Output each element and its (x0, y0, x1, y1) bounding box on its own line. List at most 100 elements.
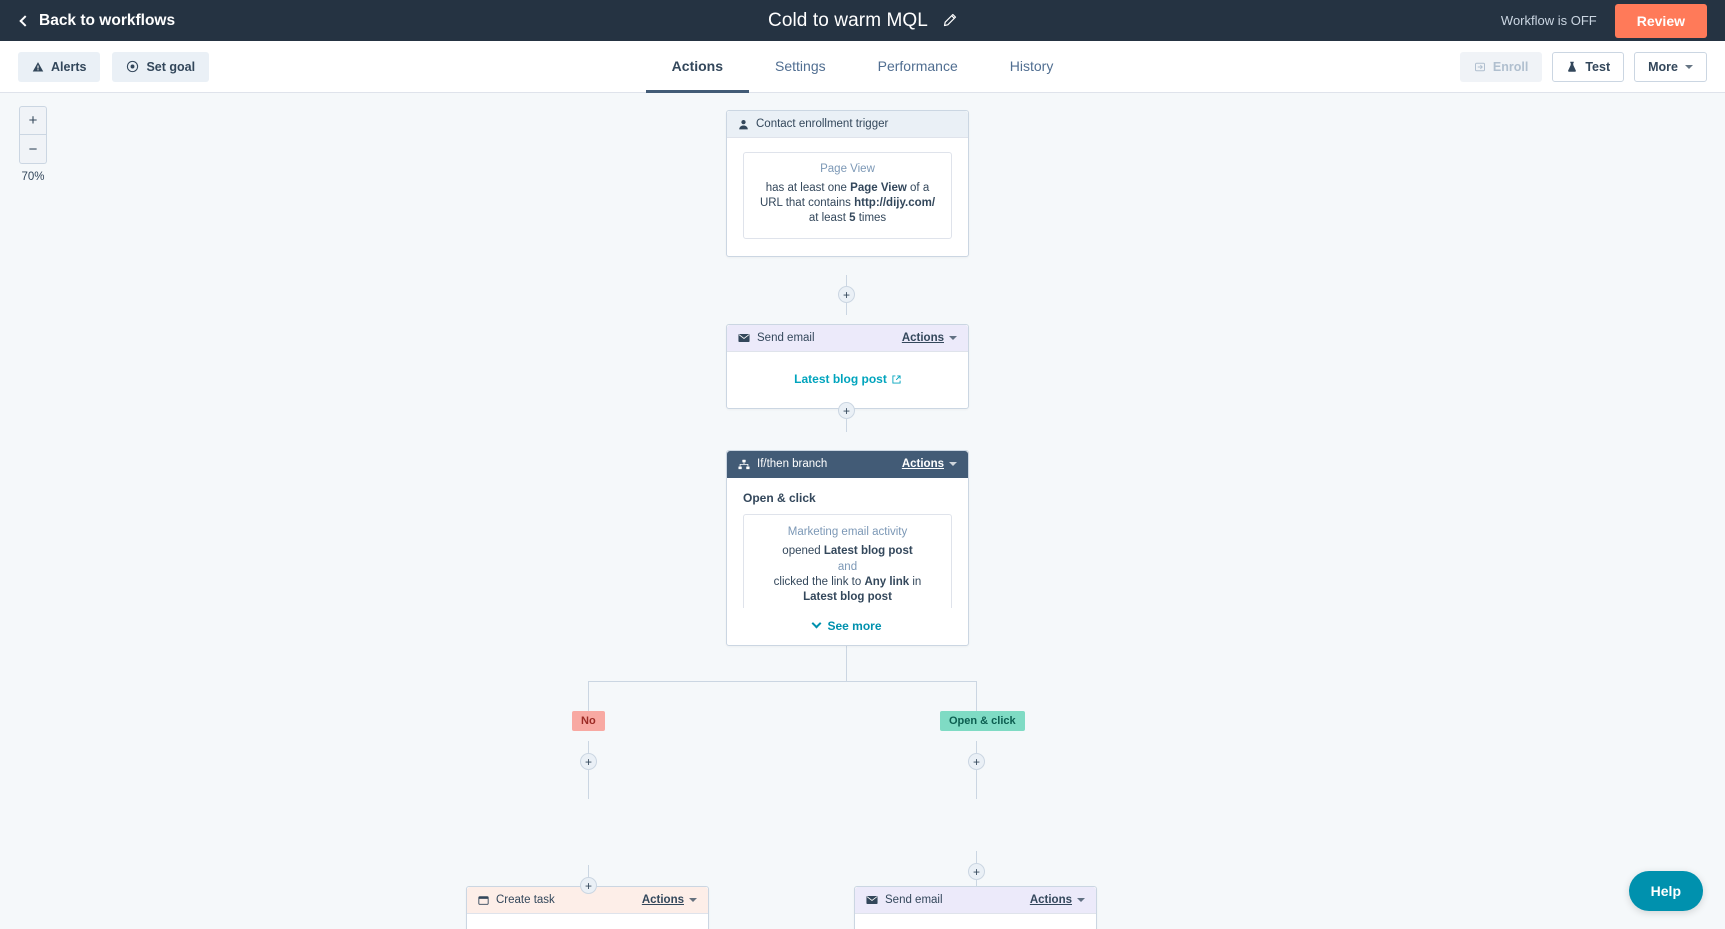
trigger-text-event: Page View (850, 182, 907, 194)
warning-triangle-icon (32, 61, 44, 73)
latest-blog-post-label: Latest blog post (794, 372, 887, 386)
connector-branch-down (846, 643, 847, 681)
external-link-icon (892, 374, 901, 384)
add-step-button-1[interactable]: + (838, 286, 855, 303)
zoom-out-button[interactable]: − (19, 135, 47, 164)
branch-badge-no[interactable]: No (572, 711, 605, 731)
chevron-down-icon (1685, 64, 1693, 69)
more-button[interactable]: More (1634, 51, 1707, 82)
chevron-left-icon (19, 14, 31, 27)
chevron-down-icon (689, 898, 697, 902)
send-email-1-title: Send email (757, 332, 815, 344)
see-more-label: See more (827, 618, 882, 633)
branch-condition-2: clicked the link to Any link in Latest b… (756, 575, 939, 605)
enroll-icon (1474, 61, 1486, 73)
more-label: More (1648, 59, 1678, 74)
add-step-button-no[interactable]: + (580, 753, 597, 770)
branch-cond1-email: Latest blog post (823, 545, 913, 557)
branch-cond1-pre: opened (782, 545, 824, 557)
add-step-button-email2-tail[interactable]: + (968, 863, 985, 880)
send-email-card-2[interactable]: Send email Actions Want Dijy’s newslette… (854, 886, 1097, 929)
tab-settings[interactable]: Settings (749, 41, 852, 93)
send-email-2-actions-menu[interactable]: Actions (1030, 894, 1085, 906)
envelope-icon (866, 895, 878, 905)
branch-criteria-title: Marketing email activity (787, 526, 908, 538)
person-icon (738, 119, 749, 130)
trigger-criteria-title: Page View (820, 163, 875, 175)
test-button[interactable]: Test (1552, 51, 1625, 82)
tab-actions[interactable]: Actions (645, 41, 750, 93)
send-email-1-body: Latest blog post (727, 352, 968, 408)
workflow-status-text: Workflow is OFF (1500, 13, 1597, 28)
branch-cond2-link: Any link (864, 576, 910, 589)
tab-history[interactable]: History (984, 41, 1080, 93)
zoom-in-button[interactable]: + (19, 106, 47, 135)
alerts-button[interactable]: Alerts (18, 51, 101, 82)
review-button[interactable]: Review (1614, 3, 1707, 38)
chevron-down-icon (812, 618, 822, 629)
back-to-workflows-label: Back to workflows (39, 11, 176, 29)
top-navigation-bar: Back to workflows Cold to warm MQL Workf… (0, 0, 1725, 41)
tab-performance[interactable]: Performance (852, 41, 984, 93)
latest-blog-post-link[interactable]: Latest blog post (794, 372, 901, 386)
enroll-label: Enroll (1492, 59, 1529, 74)
alerts-label: Alerts (51, 59, 87, 74)
if-then-branch-card[interactable]: If/then branch Actions Open & click Mark… (726, 450, 969, 646)
zoom-percent-label: 70% (21, 171, 45, 183)
send-email-1-actions-label: Actions (901, 332, 944, 344)
branch-condition-joiner: and (837, 561, 858, 574)
send-email-1-actions-menu[interactable]: Actions (902, 332, 957, 344)
add-step-button-2[interactable]: + (838, 402, 855, 419)
branch-actions-label: Actions (901, 458, 944, 470)
send-email-1-header: Send email Actions (727, 325, 968, 352)
branch-card-header: If/then branch Actions (727, 451, 968, 478)
chevron-down-icon (1077, 898, 1085, 902)
branch-actions-menu[interactable]: Actions (902, 458, 957, 470)
envelope-icon (738, 333, 750, 343)
see-more-button[interactable]: See more (743, 608, 952, 635)
set-goal-button[interactable]: Set goal (112, 51, 210, 82)
create-task-actions-label: Actions (641, 894, 684, 906)
trigger-criteria-text: has at least one Page View of a URL that… (756, 181, 939, 227)
send-email-2-body: Want Dijy’s newsletter? (855, 914, 1096, 929)
task-icon (478, 895, 489, 906)
create-task-body: Create task “Keep tabs on lead” and assi… (467, 914, 708, 929)
add-step-button-task-tail[interactable]: + (580, 877, 597, 894)
toolbar-left-group: Alerts Set goal (18, 51, 210, 82)
page-title: Cold to warm MQL (768, 9, 928, 31)
trigger-text-mid2: at least (808, 212, 850, 225)
help-button[interactable]: Help (1628, 871, 1703, 911)
set-goal-label: Set goal (146, 59, 196, 74)
connector-no-down (588, 741, 589, 799)
topbar-right-group: Workflow is OFF Review (1500, 3, 1707, 38)
trigger-card-header: Contact enrollment trigger (727, 111, 968, 138)
branch-name-label: Open & click (743, 491, 816, 505)
target-icon (126, 60, 139, 73)
contact-enrollment-trigger-card[interactable]: Contact enrollment trigger Page View has… (726, 110, 969, 257)
branch-cond2-email: Latest blog post (803, 591, 892, 604)
trigger-text-url: http://dijy.com/ (854, 197, 936, 210)
trigger-criteria-box: Page View has at least one Page View of … (743, 152, 952, 239)
create-task-title: Create task (496, 894, 555, 906)
pencil-icon[interactable] (942, 13, 957, 28)
branch-condition-1: opened Latest blog post (756, 544, 939, 559)
send-email-2-header: Send email Actions (855, 887, 1096, 914)
branch-criteria-box: Marketing email activity opened Latest b… (743, 514, 952, 608)
branch-cond2-pre: clicked the link to (773, 576, 865, 589)
back-to-workflows-link[interactable]: Back to workflows (18, 12, 175, 30)
enroll-button: Enroll (1459, 51, 1543, 82)
workflow-canvas[interactable]: + − 70% + + + + + + Contact enrollment t… (0, 93, 1725, 929)
chevron-down-icon (949, 462, 957, 466)
trigger-text-pre: has at least one (765, 182, 851, 194)
send-email-card-1[interactable]: Send email Actions Latest blog post (726, 324, 969, 409)
add-step-button-yes[interactable]: + (968, 753, 985, 770)
toolbar-right-group: Enroll Test More (1459, 51, 1707, 82)
trigger-card-body: Page View has at least one Page View of … (727, 138, 968, 256)
trigger-text-suffix: times (855, 212, 887, 225)
chevron-down-icon (949, 336, 957, 340)
create-task-actions-menu[interactable]: Actions (642, 894, 697, 906)
branch-badge-open-click[interactable]: Open & click (940, 711, 1025, 731)
test-label: Test (1585, 59, 1611, 74)
connector-yes-down (976, 741, 977, 799)
branch-card-body: Open & click Marketing email activity op… (727, 478, 968, 645)
